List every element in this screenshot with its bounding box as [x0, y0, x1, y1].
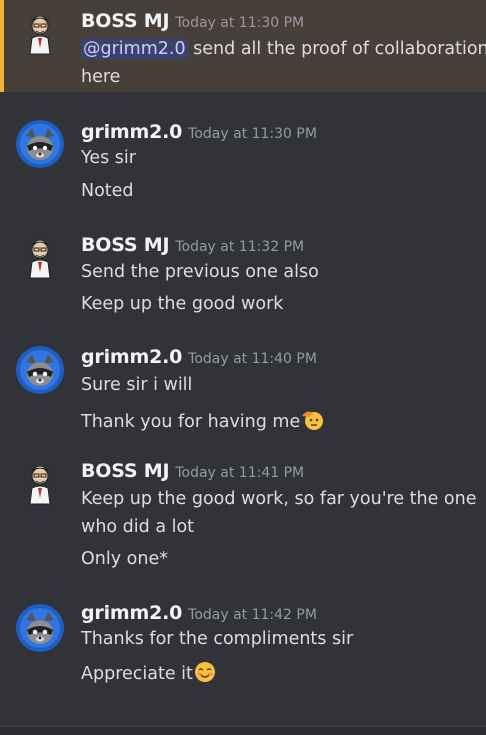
raccoon-avatar[interactable]	[16, 346, 64, 394]
user-mention[interactable]: @grimm2.0	[81, 39, 188, 59]
bottom-divider	[0, 726, 486, 735]
message-header: BOSS MJ Today at 11:41 PM	[81, 460, 304, 482]
timestamp: Today at 11:30 PM	[188, 126, 317, 142]
message-text: Sure sir i will	[81, 375, 193, 395]
message-text: here	[81, 67, 121, 87]
message-header: grimm2.0 Today at 11:40 PM	[81, 346, 317, 368]
timestamp: Today at 11:32 PM	[175, 239, 305, 255]
message-text-content: send all the proof of collaboration	[193, 39, 486, 59]
professor-avatar[interactable]	[16, 232, 64, 280]
message-text: Thanks for the compliments sir	[81, 629, 354, 649]
raccoon-avatar[interactable]	[16, 604, 64, 652]
smiling-blushing-face-emoji	[194, 661, 216, 688]
username[interactable]: BOSS MJ	[81, 460, 170, 482]
timestamp: Today at 11:41 PM	[175, 465, 305, 481]
message-highlighted[interactable]: BOSS MJ Today at 11:30 PM @grimm2.0 send …	[0, 0, 486, 92]
message-text: Keep up the good work, so far you're the…	[81, 489, 477, 509]
message-text-content: Thank you for having me	[81, 412, 301, 432]
message-text: Only one*	[81, 549, 168, 569]
raccoon-avatar[interactable]	[16, 120, 64, 168]
message-header: BOSS MJ Today at 11:32 PM	[81, 234, 304, 256]
timestamp: Today at 11:30 PM	[175, 15, 305, 31]
message-text: Noted	[81, 181, 134, 201]
timestamp: Today at 11:40 PM	[188, 351, 317, 367]
username[interactable]: BOSS MJ	[81, 234, 170, 256]
username[interactable]: grimm2.0	[81, 346, 182, 368]
username[interactable]: BOSS MJ	[81, 10, 170, 32]
professor-avatar[interactable]	[16, 8, 64, 56]
message-header: grimm2.0 Today at 11:30 PM	[81, 121, 317, 143]
message-text: who did a lot	[81, 517, 195, 537]
message-text-content: Appreciate it	[81, 664, 193, 684]
message[interactable]: grimm2.0 Today at 11:42 PM Thanks for the…	[0, 598, 486, 698]
username[interactable]: grimm2.0	[81, 602, 182, 624]
message[interactable]: BOSS MJ Today at 11:32 PM Send the previo…	[0, 226, 486, 326]
message-header: grimm2.0 Today at 11:42 PM	[81, 602, 317, 624]
message-text: Yes sir	[81, 148, 136, 168]
message[interactable]: grimm2.0 Today at 11:30 PM Yes sir Noted	[0, 110, 486, 210]
message[interactable]: BOSS MJ Today at 11:41 PM Keep up the goo…	[0, 454, 486, 584]
timestamp: Today at 11:42 PM	[188, 607, 317, 623]
message[interactable]: grimm2.0 Today at 11:40 PM Sure sir i wil…	[0, 340, 486, 440]
saluting-face-emoji	[301, 407, 325, 436]
message-text: Send the previous one also	[81, 262, 319, 282]
message-text: Keep up the good work	[81, 294, 284, 314]
username[interactable]: grimm2.0	[81, 121, 182, 143]
message-text: Thank you for having me	[81, 407, 325, 436]
message-text: Appreciate it	[81, 661, 216, 688]
message-text: @grimm2.0 send all the proof of collabor…	[81, 39, 486, 59]
professor-avatar[interactable]	[16, 458, 64, 506]
message-header: BOSS MJ Today at 11:30 PM	[81, 10, 304, 32]
